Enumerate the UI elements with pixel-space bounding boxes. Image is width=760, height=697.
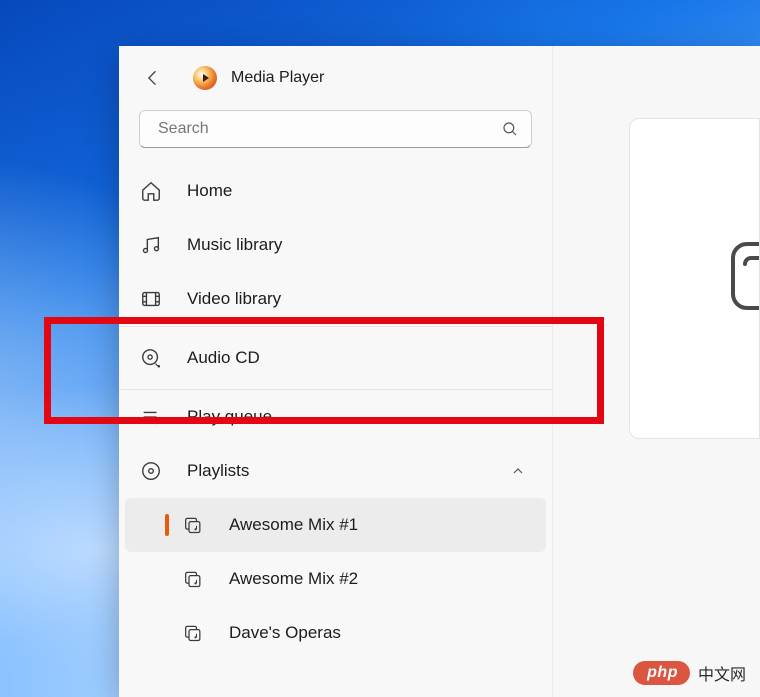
playlist-music-icon xyxy=(183,622,205,644)
nav-item-music-library[interactable]: Music library xyxy=(119,218,552,272)
playlist-item[interactable]: Awesome Mix #2 xyxy=(119,552,552,606)
nav-item-video-library[interactable]: Video library xyxy=(119,272,552,326)
playlist-item[interactable]: Dave's Operas xyxy=(119,606,552,660)
playlist-music-icon xyxy=(183,514,205,536)
disc-icon xyxy=(139,459,163,483)
nav-item-audio-cd[interactable]: Audio CD xyxy=(119,326,552,390)
watermark: php 中文网 xyxy=(633,661,746,685)
watermark-pill: php xyxy=(633,661,690,685)
content-card xyxy=(629,118,760,439)
nav-label: Audio CD xyxy=(187,348,260,368)
music-note-icon xyxy=(139,233,163,257)
title-bar: Media Player xyxy=(119,46,552,104)
watermark-text: 中文网 xyxy=(698,661,746,685)
back-button[interactable] xyxy=(139,64,167,92)
playlist-label: Dave's Operas xyxy=(229,623,341,643)
search-input[interactable] xyxy=(158,120,501,138)
nav-label: Playlists xyxy=(187,461,249,481)
nav-list: Home Music library Video library Audio C… xyxy=(119,164,552,660)
search-icon xyxy=(501,120,519,138)
media-player-logo-icon xyxy=(193,66,217,90)
app-brand: Media Player xyxy=(193,66,324,90)
nav-label: Music library xyxy=(187,235,282,255)
playlists-sublist: Awesome Mix #1 Awesome Mix #2 Dave's Ope… xyxy=(119,498,552,660)
search-row xyxy=(119,104,552,164)
playlist-label: Awesome Mix #1 xyxy=(229,515,358,535)
nav-label: Home xyxy=(187,181,232,201)
media-placeholder-icon xyxy=(725,236,760,321)
nav-item-home[interactable]: Home xyxy=(119,164,552,218)
playlist-label: Awesome Mix #2 xyxy=(229,569,358,589)
chevron-up-icon xyxy=(510,463,532,479)
nav-label: Play queue xyxy=(187,407,272,427)
app-title: Media Player xyxy=(231,69,324,87)
search-box[interactable] xyxy=(139,110,532,148)
film-icon xyxy=(139,287,163,311)
content-area xyxy=(553,46,760,697)
nav-label: Video library xyxy=(187,289,281,309)
playlist-music-icon xyxy=(183,568,205,590)
queue-icon xyxy=(139,405,163,429)
back-arrow-icon xyxy=(143,68,163,88)
nav-item-playlists[interactable]: Playlists xyxy=(119,444,552,498)
sidebar: Media Player Home Musi xyxy=(119,46,553,697)
playlist-item[interactable]: Awesome Mix #1 xyxy=(125,498,546,552)
nav-item-play-queue[interactable]: Play queue xyxy=(119,390,552,444)
home-icon xyxy=(139,179,163,203)
cd-icon xyxy=(139,346,163,370)
media-player-window: Media Player Home Musi xyxy=(119,46,760,697)
